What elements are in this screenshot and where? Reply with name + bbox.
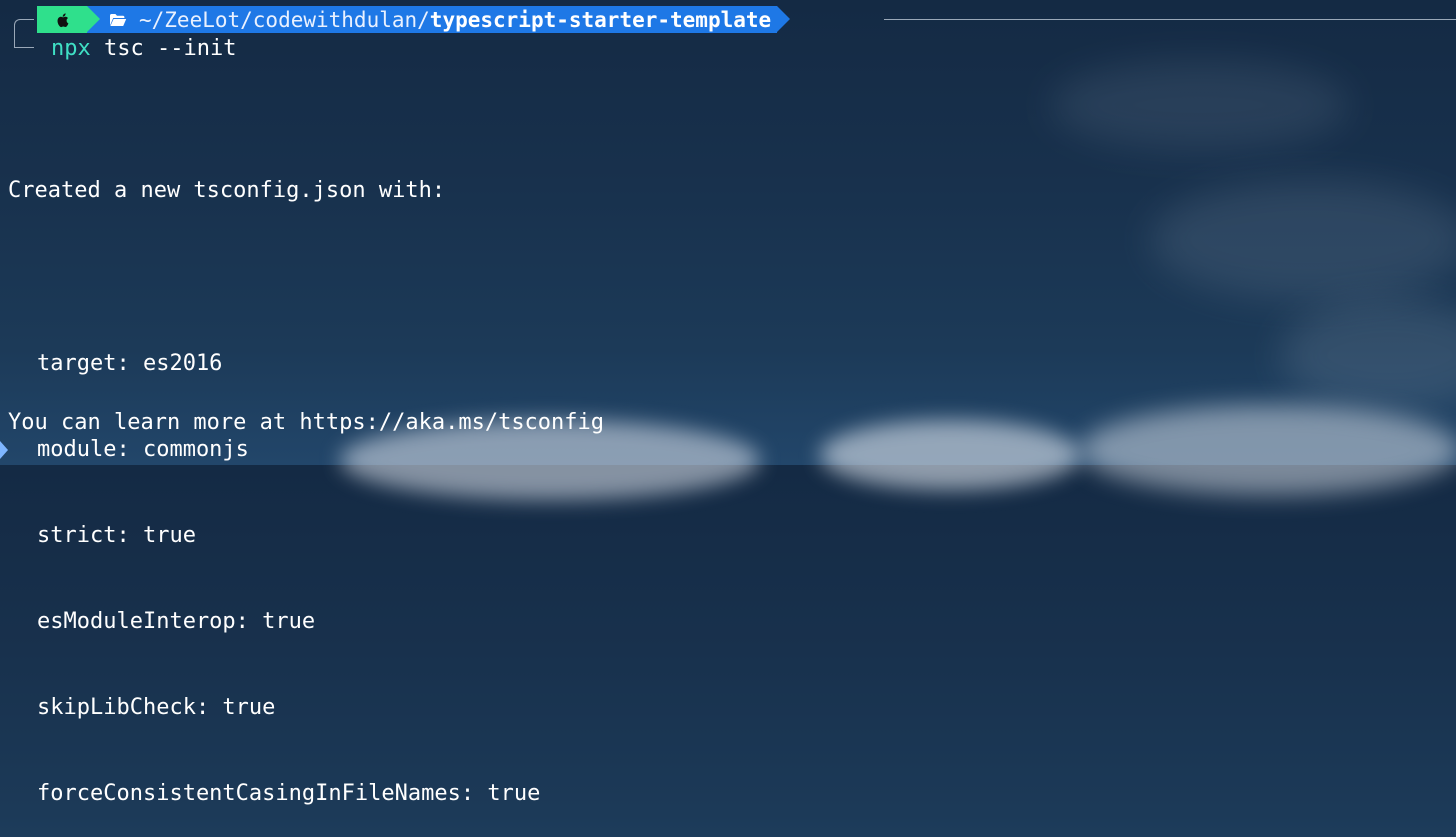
cloud (820, 420, 1080, 490)
option-line: esModuleInterop: true (37, 608, 316, 634)
prompt-os-segment (37, 6, 100, 33)
command-args: tsc --init (90, 36, 237, 61)
option-line: skipLibCheck: true (37, 694, 276, 720)
next-prompt-cursor (0, 441, 8, 459)
shell-prompt: ~/ZeeLot/codewithdulan/typescript-starte… (37, 6, 791, 33)
option-line: module: commonjs (37, 436, 249, 462)
cloud (1280, 300, 1456, 410)
current-directory: typescript-starter-template (429, 7, 772, 32)
command-line: npx tsc --init (51, 34, 236, 64)
command-name: npx (51, 36, 91, 61)
prompt-path-segment: ~/ZeeLot/codewithdulan/typescript-starte… (87, 6, 791, 33)
apple-icon (57, 12, 69, 27)
command-output: Created a new tsconfig.json with: target… (8, 120, 540, 837)
cloud (1150, 180, 1456, 300)
folder-open-icon (110, 13, 127, 26)
created-message: Created a new tsconfig.json with: (8, 178, 446, 204)
cloud (1080, 405, 1456, 495)
prompt-rule (884, 19, 1456, 20)
option-line: forceConsistentCasingInFileNames: true (37, 781, 541, 807)
learn-more-message: You can learn more at https://aka.ms/tsc… (8, 410, 605, 435)
path-prefix: ~/ZeeLot/codewithdulan/ (139, 7, 430, 32)
option-line: strict: true (37, 522, 196, 548)
cloud (1050, 60, 1350, 150)
prompt-bracket (14, 19, 34, 48)
option-line: target: es2016 (37, 350, 223, 376)
